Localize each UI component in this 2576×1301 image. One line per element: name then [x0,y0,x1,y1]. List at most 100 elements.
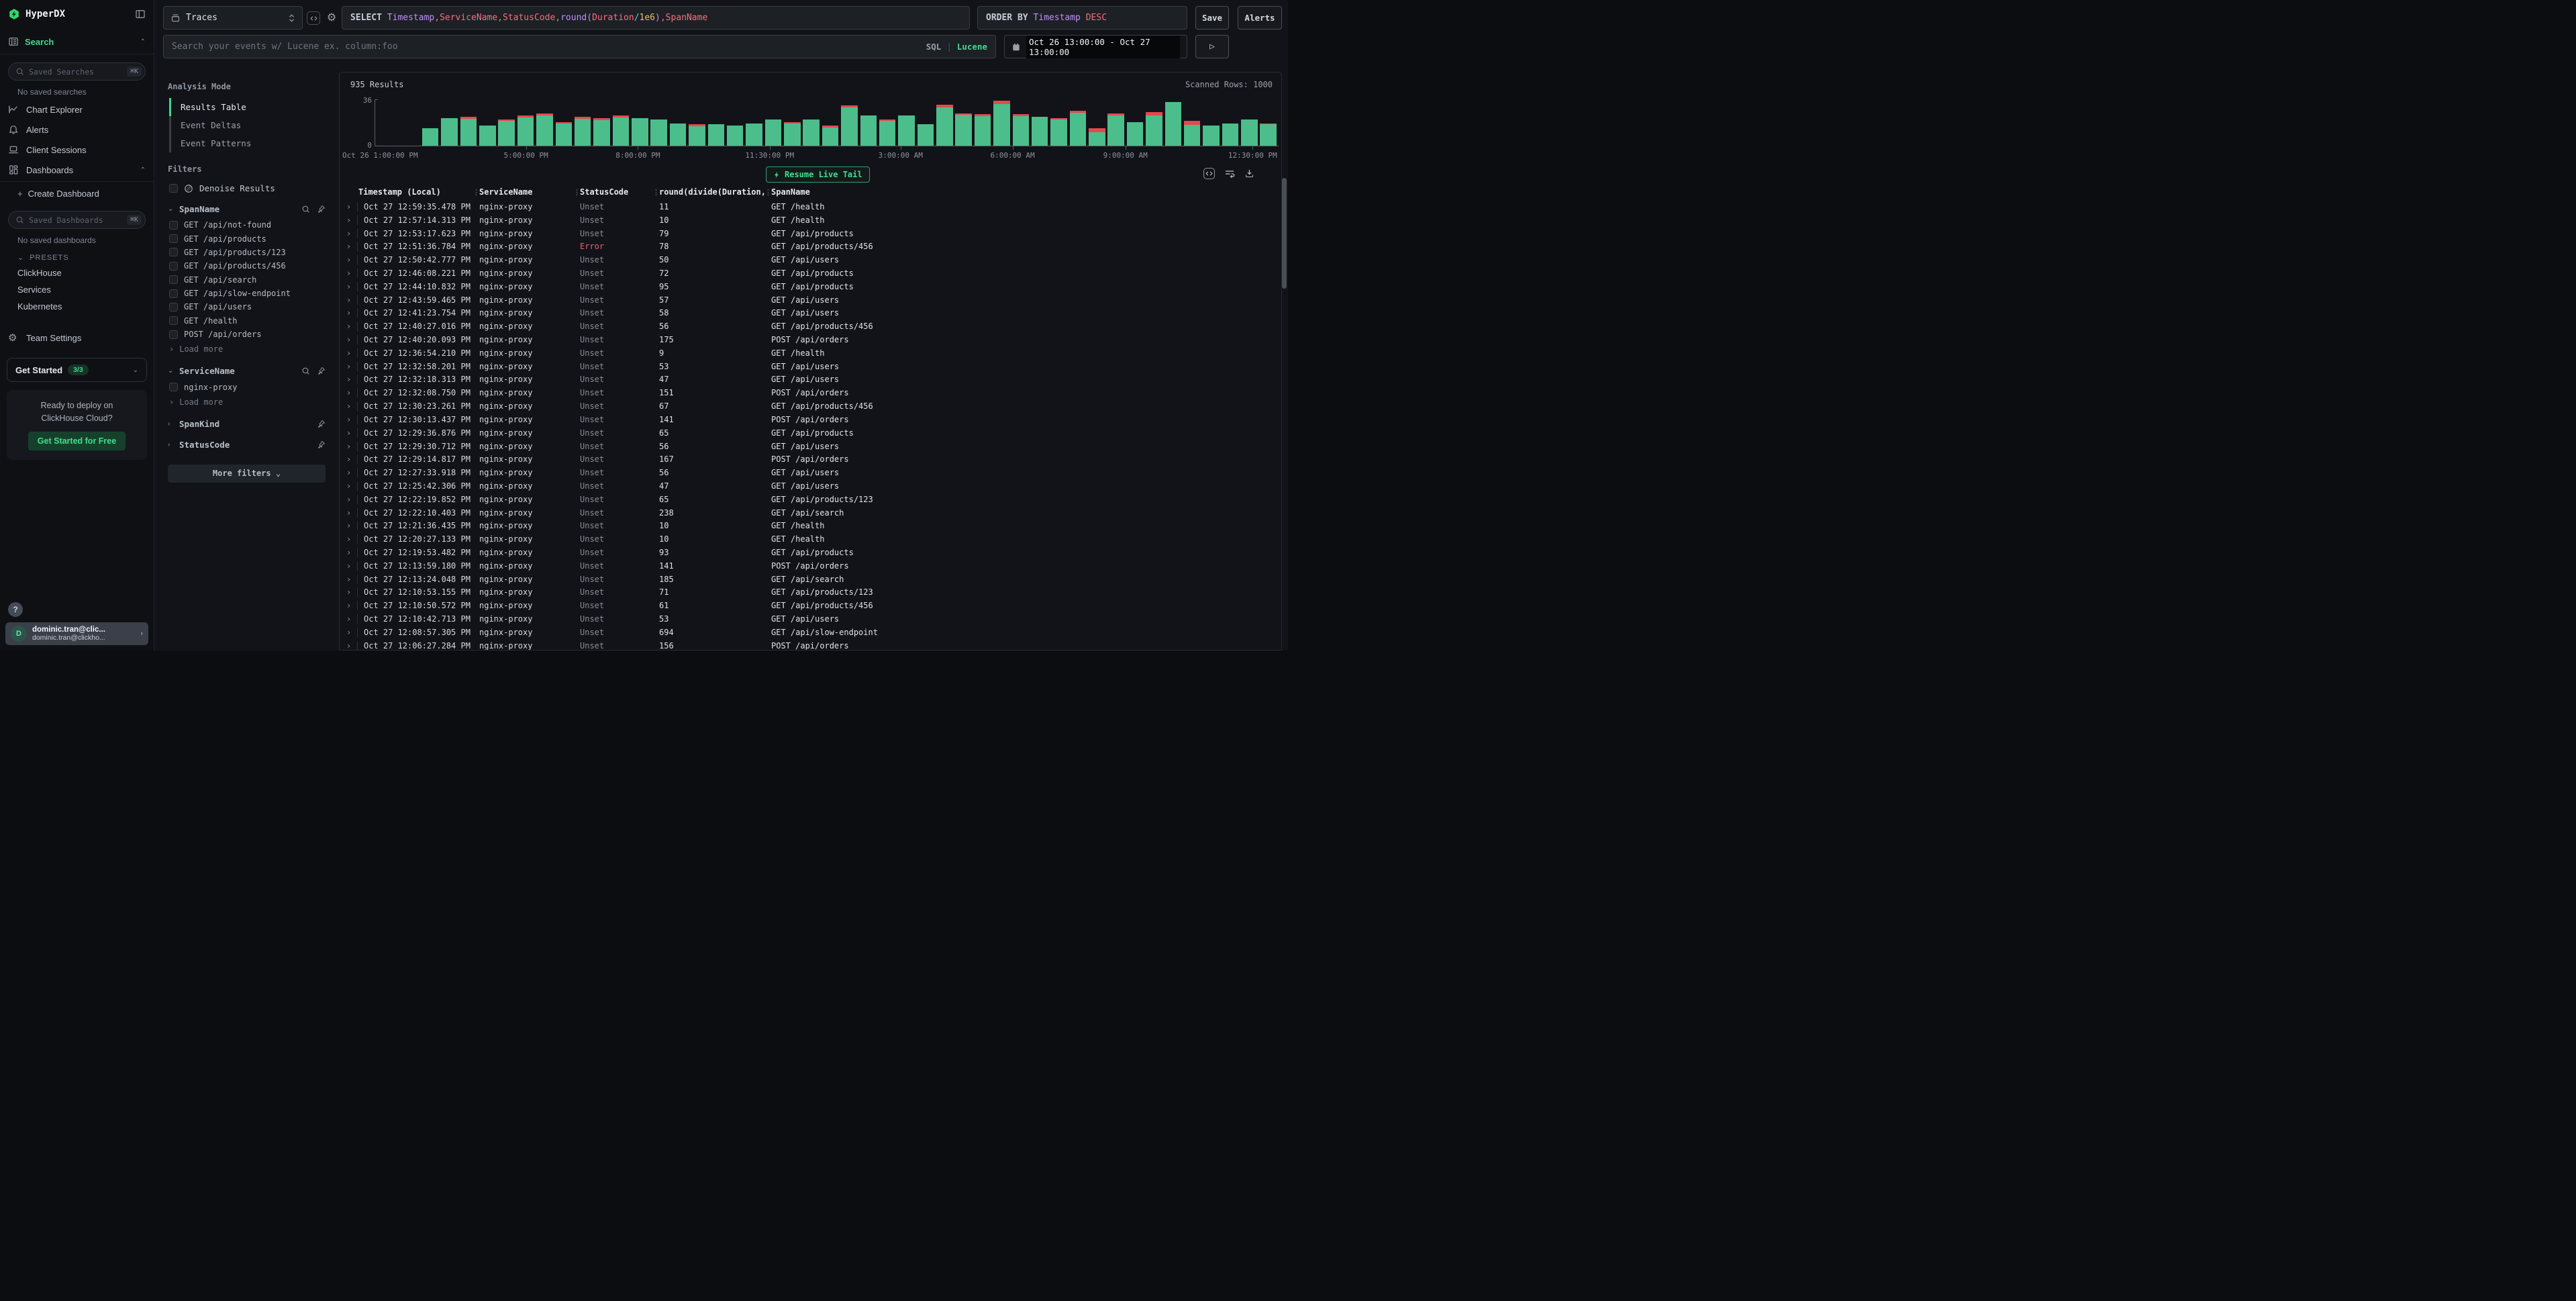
event-search-input[interactable]: Search your events w/ Lucene ex. column:… [163,35,996,58]
table-row[interactable]: ›Oct 27 12:27:33.918 PMnginx-proxyUnset5… [340,466,1281,479]
histogram-bar[interactable] [421,101,440,146]
histogram-bar[interactable] [459,101,478,146]
histogram-bar[interactable] [954,101,973,146]
filter-option[interactable]: POST /api/orders [168,328,326,341]
row-expand-icon[interactable]: › [346,641,357,650]
sidebar-collapse-icon[interactable] [135,9,146,19]
pin-icon[interactable] [317,440,326,449]
checkbox[interactable] [169,221,178,230]
column-header[interactable]: ⋮StatusCode [573,187,652,197]
checkbox[interactable] [169,383,178,391]
row-expand-icon[interactable]: › [346,428,357,438]
histogram-bar[interactable] [478,101,497,146]
histogram-bar[interactable] [744,101,763,146]
sidebar-item-alerts[interactable]: Alerts [0,119,154,140]
run-query-button[interactable]: ▷ [1195,35,1229,58]
table-row[interactable]: ›Oct 27 12:19:53.482 PMnginx-proxyUnset9… [340,546,1281,559]
help-button[interactable]: ? [8,602,23,617]
histogram-bar[interactable] [783,101,801,146]
sidebar-item-search[interactable]: Search ⌃ [0,30,154,54]
histogram-bar[interactable] [916,101,935,146]
table-row[interactable]: ›Oct 27 12:53:17.623 PMnginx-proxyUnset7… [340,227,1281,240]
saved-dashboards-input[interactable]: Saved Dashboards ⌘K [8,211,146,229]
histogram-bar[interactable] [897,101,915,146]
column-header[interactable]: ⋮ServiceName [473,187,573,197]
presets-toggle[interactable]: ⌄ PRESETS [0,248,154,264]
checkbox[interactable] [169,234,178,243]
histogram-bar[interactable] [535,101,554,146]
resume-live-tail-button[interactable]: Resume Live Tail [766,166,870,183]
load-more-button[interactable]: ›Load more [168,341,326,355]
row-expand-icon[interactable]: › [346,534,357,544]
column-resize-handle[interactable]: ⋮ [764,188,772,197]
histogram-bar[interactable] [611,101,630,146]
filter-option[interactable]: nginx-proxy [168,380,326,393]
row-expand-icon[interactable]: › [346,561,357,571]
row-expand-icon[interactable]: › [346,322,357,331]
column-resize-handle[interactable]: ⋮ [473,188,480,197]
table-row[interactable]: ›Oct 27 12:51:36.784 PMnginx-proxyError7… [340,240,1281,253]
filter-option[interactable]: GET /api/not-found [168,218,326,232]
table-row[interactable]: ›Oct 27 12:36:54.210 PMnginx-proxyUnset9… [340,346,1281,360]
row-expand-icon[interactable]: › [346,548,357,557]
histogram-bar[interactable] [992,101,1011,146]
saved-searches-input[interactable]: Saved Searches ⌘K [8,62,146,81]
row-expand-icon[interactable]: › [346,481,357,491]
row-expand-icon[interactable]: › [346,348,357,358]
table-row[interactable]: ›Oct 27 12:10:50.572 PMnginx-proxyUnset6… [340,599,1281,612]
histogram-bar[interactable] [878,101,897,146]
row-expand-icon[interactable]: › [346,388,357,397]
row-expand-icon[interactable]: › [346,587,357,597]
histogram-bar[interactable] [440,101,458,146]
filter-option[interactable]: GET /api/products [168,232,326,245]
download-icon[interactable] [1244,168,1254,179]
denoise-results-option[interactable]: Denoise Results [169,183,326,193]
table-row[interactable]: ›Oct 27 12:20:27.133 PMnginx-proxyUnset1… [340,532,1281,546]
row-expand-icon[interactable]: › [346,401,357,411]
filter-option[interactable]: GET /health [168,314,326,328]
column-header[interactable]: ⋮round(divide(Duration, [652,187,764,197]
sidebar-preset-kubernetes[interactable]: Kubernetes [0,298,154,315]
row-expand-icon[interactable]: › [346,415,357,424]
table-row[interactable]: ›Oct 27 12:06:27.284 PMnginx-proxyUnset1… [340,639,1281,650]
sidebar-item-team-settings[interactable]: ⚙ Team Settings [0,327,154,348]
table-row[interactable]: ›Oct 27 12:21:36.435 PMnginx-proxyUnset1… [340,520,1281,533]
table-row[interactable]: ›Oct 27 12:41:23.754 PMnginx-proxyUnset5… [340,307,1281,320]
source-settings-gear-icon[interactable]: ⚙ [324,10,339,25]
filter-option[interactable]: GET /api/products/123 [168,246,326,259]
table-code-view-icon[interactable] [1203,168,1215,179]
histogram-bar[interactable] [1144,101,1163,146]
histogram-bar[interactable] [1069,101,1087,146]
table-row[interactable]: ›Oct 27 12:32:58.201 PMnginx-proxyUnset5… [340,360,1281,373]
filter-group-spankind[interactable]: ›SpanKind [168,419,326,429]
table-row[interactable]: ›Oct 27 12:50:42.777 PMnginx-proxyUnset5… [340,253,1281,267]
row-expand-icon[interactable]: › [346,628,357,637]
checkbox[interactable] [169,262,178,271]
row-expand-icon[interactable]: › [346,335,357,344]
histogram-bar[interactable] [1030,101,1049,146]
checkbox[interactable] [169,184,178,193]
histogram-bar[interactable] [935,101,954,146]
search-icon[interactable] [301,367,310,375]
get-started-toggle[interactable]: Get Started 3/3 ⌄ [7,358,147,382]
analysis-mode-option[interactable]: Results Table [169,98,326,116]
row-expand-icon[interactable]: › [346,255,357,264]
alerts-button[interactable]: Alerts [1238,6,1282,30]
row-expand-icon[interactable]: › [346,454,357,464]
filter-group-spanname[interactable]: ⌄SpanName [168,204,326,214]
get-started-free-button[interactable]: Get Started for Free [28,432,126,450]
row-expand-icon[interactable]: › [346,375,357,384]
more-filters-button[interactable]: More filters ⌄ [168,465,326,483]
table-row[interactable]: ›Oct 27 12:30:23.261 PMnginx-proxyUnset6… [340,399,1281,413]
histogram-bar[interactable] [1011,101,1030,146]
histogram-bar[interactable] [973,101,992,146]
histogram-bar[interactable] [650,101,668,146]
sidebar-preset-clickhouse[interactable]: ClickHouse [0,264,154,281]
table-row[interactable]: ›Oct 27 12:13:59.180 PMnginx-proxyUnset1… [340,559,1281,573]
table-row[interactable]: ›Oct 27 12:32:08.750 PMnginx-proxyUnset1… [340,386,1281,399]
table-row[interactable]: ›Oct 27 12:08:57.305 PMnginx-proxyUnset6… [340,626,1281,639]
histogram-bar[interactable] [630,101,649,146]
row-expand-icon[interactable]: › [346,508,357,518]
table-row[interactable]: ›Oct 27 12:30:13.437 PMnginx-proxyUnset1… [340,413,1281,426]
row-expand-icon[interactable]: › [346,614,357,624]
